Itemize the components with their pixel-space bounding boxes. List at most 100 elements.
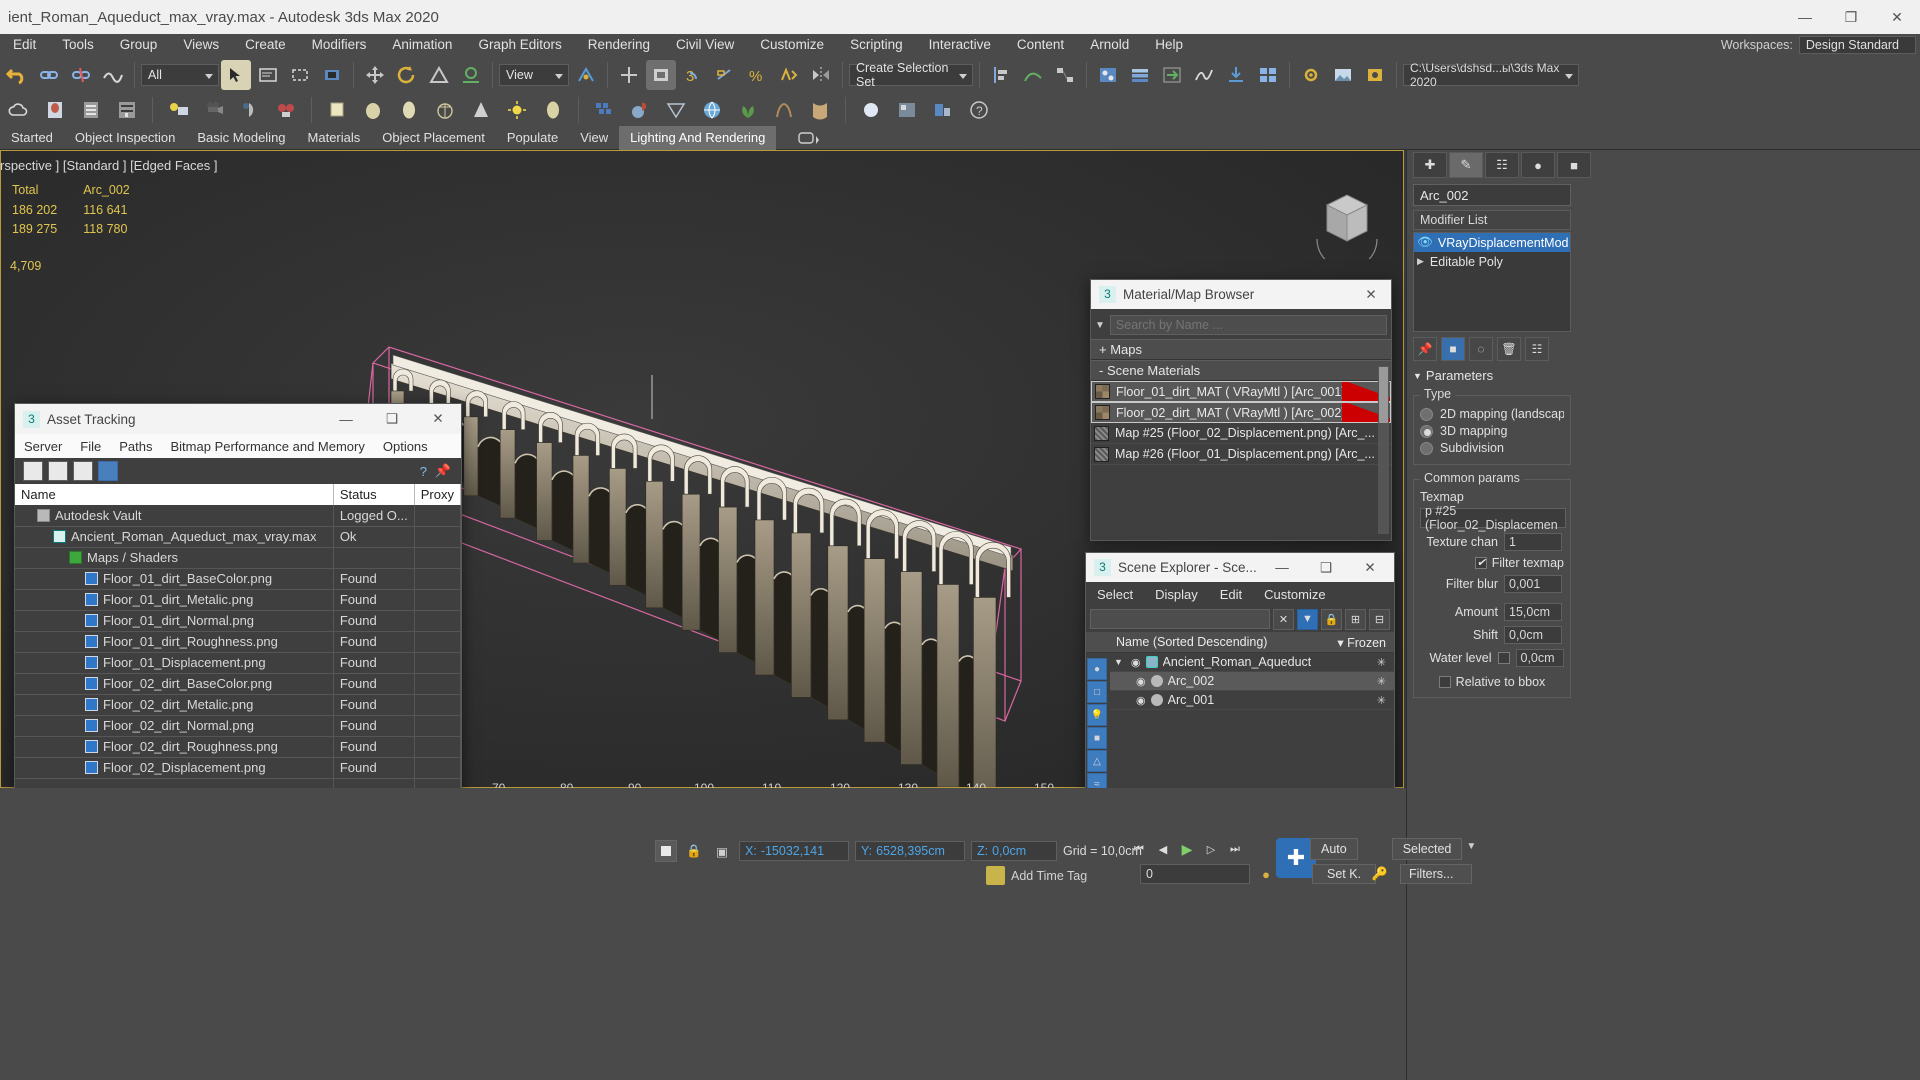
render-production-icon[interactable] — [1360, 60, 1390, 90]
filter-blur-spinner[interactable]: 0,001 — [1504, 575, 1562, 593]
radio-2d-mapping[interactable]: 2D mapping (landscape) — [1420, 407, 1564, 421]
material-entry[interactable]: Map #26 (Floor_01_Displacement.png) [Arc… — [1091, 444, 1391, 465]
named-selection-sets-input[interactable]: Create Selection Set — [849, 61, 973, 89]
modifier-stack-item-editable-poly[interactable]: ▶ Editable Poly — [1414, 252, 1570, 271]
snaps-toggle-icon[interactable] — [646, 60, 676, 90]
box-primitive-icon[interactable] — [322, 95, 352, 125]
key-filters-button[interactable]: Filters... — [1400, 864, 1473, 884]
parameters-rollout-header[interactable]: ▼ Parameters — [1413, 366, 1571, 385]
ribbon-minimize-dropdown[interactable] — [798, 131, 820, 145]
help-question-icon[interactable]: ? — [420, 464, 427, 479]
menu-item-content[interactable]: Content — [1004, 34, 1077, 56]
key-filters-icon[interactable]: 🔑 — [1370, 864, 1390, 884]
scene-explorer-maximize-icon[interactable]: ❑ — [1306, 560, 1346, 576]
make-unique-icon[interactable]: ◌ — [1469, 337, 1493, 361]
menu-item-edit[interactable]: Edit — [0, 34, 49, 56]
align-icon[interactable] — [986, 60, 1016, 90]
percent-snap-icon[interactable] — [710, 60, 740, 90]
eye-icon[interactable]: 👁 — [1417, 235, 1433, 250]
table-row[interactable]: Floor_01_dirt_BaseColor.png Found — [15, 568, 462, 590]
texture-chan-spinner[interactable]: 1 — [1504, 533, 1562, 551]
refresh-icon[interactable] — [23, 461, 43, 481]
relative-to-bbox-checkbox[interactable]: Relative to bbox — [1420, 675, 1564, 689]
select-cameras-icon[interactable]: ■ — [1087, 727, 1107, 749]
auto-key-button[interactable]: Auto — [1310, 838, 1358, 860]
detail-view-icon[interactable] — [73, 461, 93, 481]
ribbon-tab-lighting-and-rendering[interactable]: Lighting And Rendering — [619, 125, 777, 150]
curve-editor-icon[interactable] — [1018, 60, 1048, 90]
asset-menu-server[interactable]: Server — [15, 439, 71, 454]
select-geometry-icon[interactable]: □ — [1087, 681, 1107, 703]
water-level-spinner[interactable]: 0,0cm — [1515, 649, 1564, 667]
cloud-icon[interactable] — [4, 95, 34, 125]
table-row[interactable]: Floor_02_dirt_BaseColor.png Found — [15, 673, 462, 695]
ribbon-tab-started[interactable]: Started — [0, 126, 64, 150]
bind-space-warp-icon[interactable] — [98, 60, 128, 90]
asset-menu-options[interactable]: Options — [374, 439, 437, 454]
list-panel-icon[interactable] — [76, 95, 106, 125]
y-coordinate-field[interactable]: Y: 6528,395cm — [855, 841, 965, 861]
ribbon-tab-materials[interactable]: Materials — [297, 126, 372, 150]
select-all-icon[interactable]: ● — [1087, 658, 1107, 680]
menu-item-create[interactable]: Create — [232, 34, 299, 56]
table-row[interactable]: Floor_01_dirt_Normal.png Found — [15, 610, 462, 632]
asset-menu-paths[interactable]: Paths — [110, 439, 161, 454]
scene-materials-group-header[interactable]: - Scene Materials — [1091, 360, 1391, 381]
select-object-icon[interactable] — [221, 60, 251, 90]
modifier-stack[interactable]: 👁 VRayDisplacementMod ▶ Editable Poly — [1413, 232, 1571, 332]
selection-filter-dropdown[interactable]: All — [141, 64, 219, 86]
filter-icon[interactable]: ▼ — [1297, 608, 1318, 630]
help-icon[interactable]: ? — [964, 95, 994, 125]
menu-item-civil-view[interactable]: Civil View — [663, 34, 747, 56]
pin-icon[interactable]: 📌 — [435, 463, 451, 479]
menu-item-customize[interactable]: Customize — [747, 34, 837, 56]
frozen-toggle-icon[interactable]: ✳ — [1377, 675, 1386, 688]
scene-menu-display[interactable]: Display — [1144, 587, 1209, 602]
scene-converter-icon[interactable] — [1157, 60, 1187, 90]
lock-icon[interactable]: 🔒 — [1321, 608, 1342, 630]
menu-item-animation[interactable]: Animation — [379, 34, 465, 56]
content-browser-icon[interactable] — [1253, 60, 1283, 90]
cone-primitive-icon[interactable] — [466, 95, 496, 125]
table-row[interactable]: Maps / Shaders — [15, 547, 462, 569]
light-sphere-icon[interactable] — [856, 95, 886, 125]
scene-col-name[interactable]: Name (Sorted Descending) — [1116, 635, 1337, 649]
go-to-end-icon[interactable]: ⏭ — [1224, 838, 1246, 860]
globe-icon[interactable] — [697, 95, 727, 125]
table-row[interactable]: Ancient_Roman_Aqueduct_max_vray.max Ok — [15, 526, 462, 548]
scene-explorer-row[interactable]: ▼ ◉ Ancient_Roman_Aqueduct ✳ — [1110, 653, 1394, 672]
menu-item-scripting[interactable]: Scripting — [837, 34, 916, 56]
add-time-tag-row[interactable]: Add Time Tag — [986, 866, 1087, 885]
mirror-icon[interactable] — [806, 60, 836, 90]
use-pivot-center-icon[interactable] — [571, 60, 601, 90]
pin-stack-icon[interactable]: 📌 — [1413, 337, 1437, 361]
selection-lock-toggle-icon[interactable] — [655, 840, 677, 862]
hierarchy-tab-icon[interactable]: ☷ — [1485, 152, 1519, 178]
menu-item-interactive[interactable]: Interactive — [916, 34, 1004, 56]
schematic-view-icon[interactable] — [1050, 60, 1080, 90]
edit-named-selection-icon[interactable] — [774, 60, 804, 90]
scene-menu-edit[interactable]: Edit — [1209, 587, 1253, 602]
sphere-primitive-icon[interactable] — [358, 95, 388, 125]
table-row[interactable]: Floor_02_dirt_Metalic.png Found — [15, 694, 462, 716]
ribbon-tab-object-inspection[interactable]: Object Inspection — [64, 126, 186, 150]
table-row[interactable]: Floor_02_Displacement.png Found — [15, 757, 462, 779]
select-and-scale-icon[interactable] — [424, 60, 454, 90]
baking-icon[interactable] — [928, 95, 958, 125]
scene-menu-customize[interactable]: Customize — [1253, 587, 1336, 602]
modify-tab-icon[interactable]: ✎ — [1449, 152, 1483, 178]
material-editor-icon[interactable] — [1093, 60, 1123, 90]
col-header-proxy[interactable]: Proxy — [414, 484, 462, 505]
menu-item-tools[interactable]: Tools — [49, 34, 107, 56]
rectangular-selection-region-icon[interactable] — [285, 60, 315, 90]
collapse-all-icon[interactable]: ⊟ — [1369, 608, 1390, 630]
eye-icon[interactable]: ◉ — [1136, 694, 1146, 707]
material-map-browser-dialog[interactable]: 3 Material/Map Browser ✕ ▼ + Maps - Scen… — [1090, 279, 1392, 541]
motion-tab-icon[interactable]: ● — [1521, 152, 1555, 178]
window-crossing-icon[interactable] — [317, 60, 347, 90]
table-row[interactable]: Floor_01_dirt_Roughness.png Found — [15, 631, 462, 653]
selected-filter-dropdown[interactable]: Selected — [1391, 838, 1463, 860]
material-entry[interactable]: Floor_01_dirt_MAT ( VRayMtl ) [Arc_001] — [1091, 381, 1391, 402]
amount-spinner[interactable]: 15,0cm — [1504, 603, 1562, 621]
scene-explorer-search-input[interactable] — [1090, 609, 1270, 629]
